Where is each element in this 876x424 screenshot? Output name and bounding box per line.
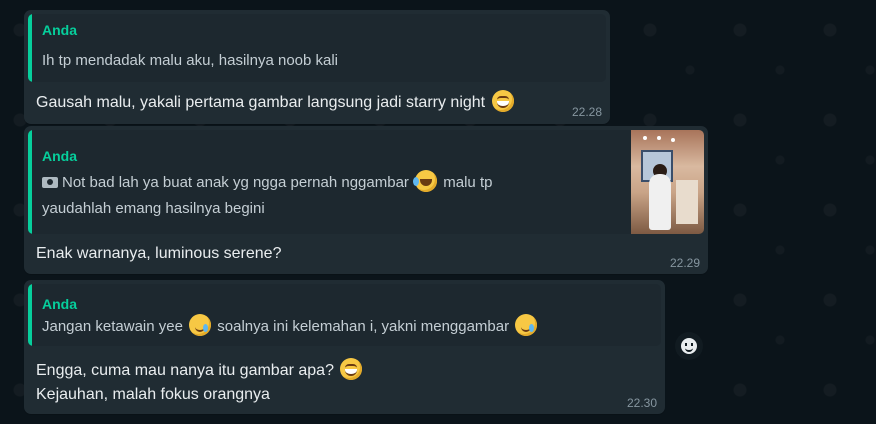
quoted-reply-1[interactable]: Anda Ih tp mendadak malu aku, hasilnya n… (28, 14, 606, 82)
message-text: Engga, cuma mau nanya itu gambar apa? Ke… (36, 358, 364, 407)
quoted-text: Ih tp mendadak malu aku, hasilnya noob k… (42, 52, 339, 69)
message-bubble-1[interactable]: Anda Ih tp mendadak malu aku, hasilnya n… (24, 10, 610, 124)
emoji-react-icon[interactable] (675, 332, 703, 360)
quoted-text-line-2: yaudahlah emang hasilnya begini (42, 200, 265, 217)
quoted-text: Not bad lah ya buat anak yg ngga pernah … (42, 170, 492, 222)
message-timestamp: 22.30 (626, 396, 657, 410)
quoted-text: Jangan ketawain yee soalnya ini kelemaha… (42, 314, 539, 340)
quoted-text-part-1: Jangan ketawain yee (42, 318, 183, 335)
message-text: Gausah malu, yakali pertama gambar langs… (36, 90, 516, 115)
grinning-face-icon (340, 358, 363, 380)
quoted-text-part-2: soalnya ini kelemahan i, yakni menggamba… (217, 318, 510, 335)
camera-icon (42, 177, 58, 188)
quoted-author: Anda (42, 22, 77, 38)
message-text-content: Gausah malu, yakali pertama gambar langs… (36, 94, 486, 111)
quoted-reply-3[interactable]: Anda Jangan ketawain yee soalnya ini kel… (28, 284, 661, 346)
smiling-face-with-tear-icon (189, 314, 212, 336)
quoted-author: Anda (42, 148, 77, 164)
quoted-image-thumbnail[interactable] (631, 130, 704, 234)
message-line-2: Kejauhan, malah fokus orangnya (36, 386, 270, 403)
message-text: Enak warnanya, luminous serene? (36, 245, 282, 262)
message-line-1: Engga, cuma mau nanya itu gambar apa? (36, 362, 334, 379)
quoted-text-part-2: malu tp (443, 174, 493, 191)
quoted-reply-2[interactable]: Anda Not bad lah ya buat anak yg ngga pe… (28, 130, 704, 234)
quoted-text-part-1: Not bad lah ya buat anak yg ngga pernah … (62, 174, 409, 191)
message-timestamp: 22.28 (571, 105, 602, 119)
quoted-author: Anda (42, 296, 77, 312)
message-bubble-3[interactable]: Anda Jangan ketawain yee soalnya ini kel… (24, 280, 665, 414)
message-bubble-2[interactable]: Anda Not bad lah ya buat anak yg ngga pe… (24, 126, 708, 274)
rolling-laughing-face-icon (413, 170, 438, 192)
message-timestamp: 22.29 (669, 256, 700, 270)
grinning-face-icon (491, 90, 514, 112)
smiling-face-with-tear-icon (515, 314, 538, 336)
